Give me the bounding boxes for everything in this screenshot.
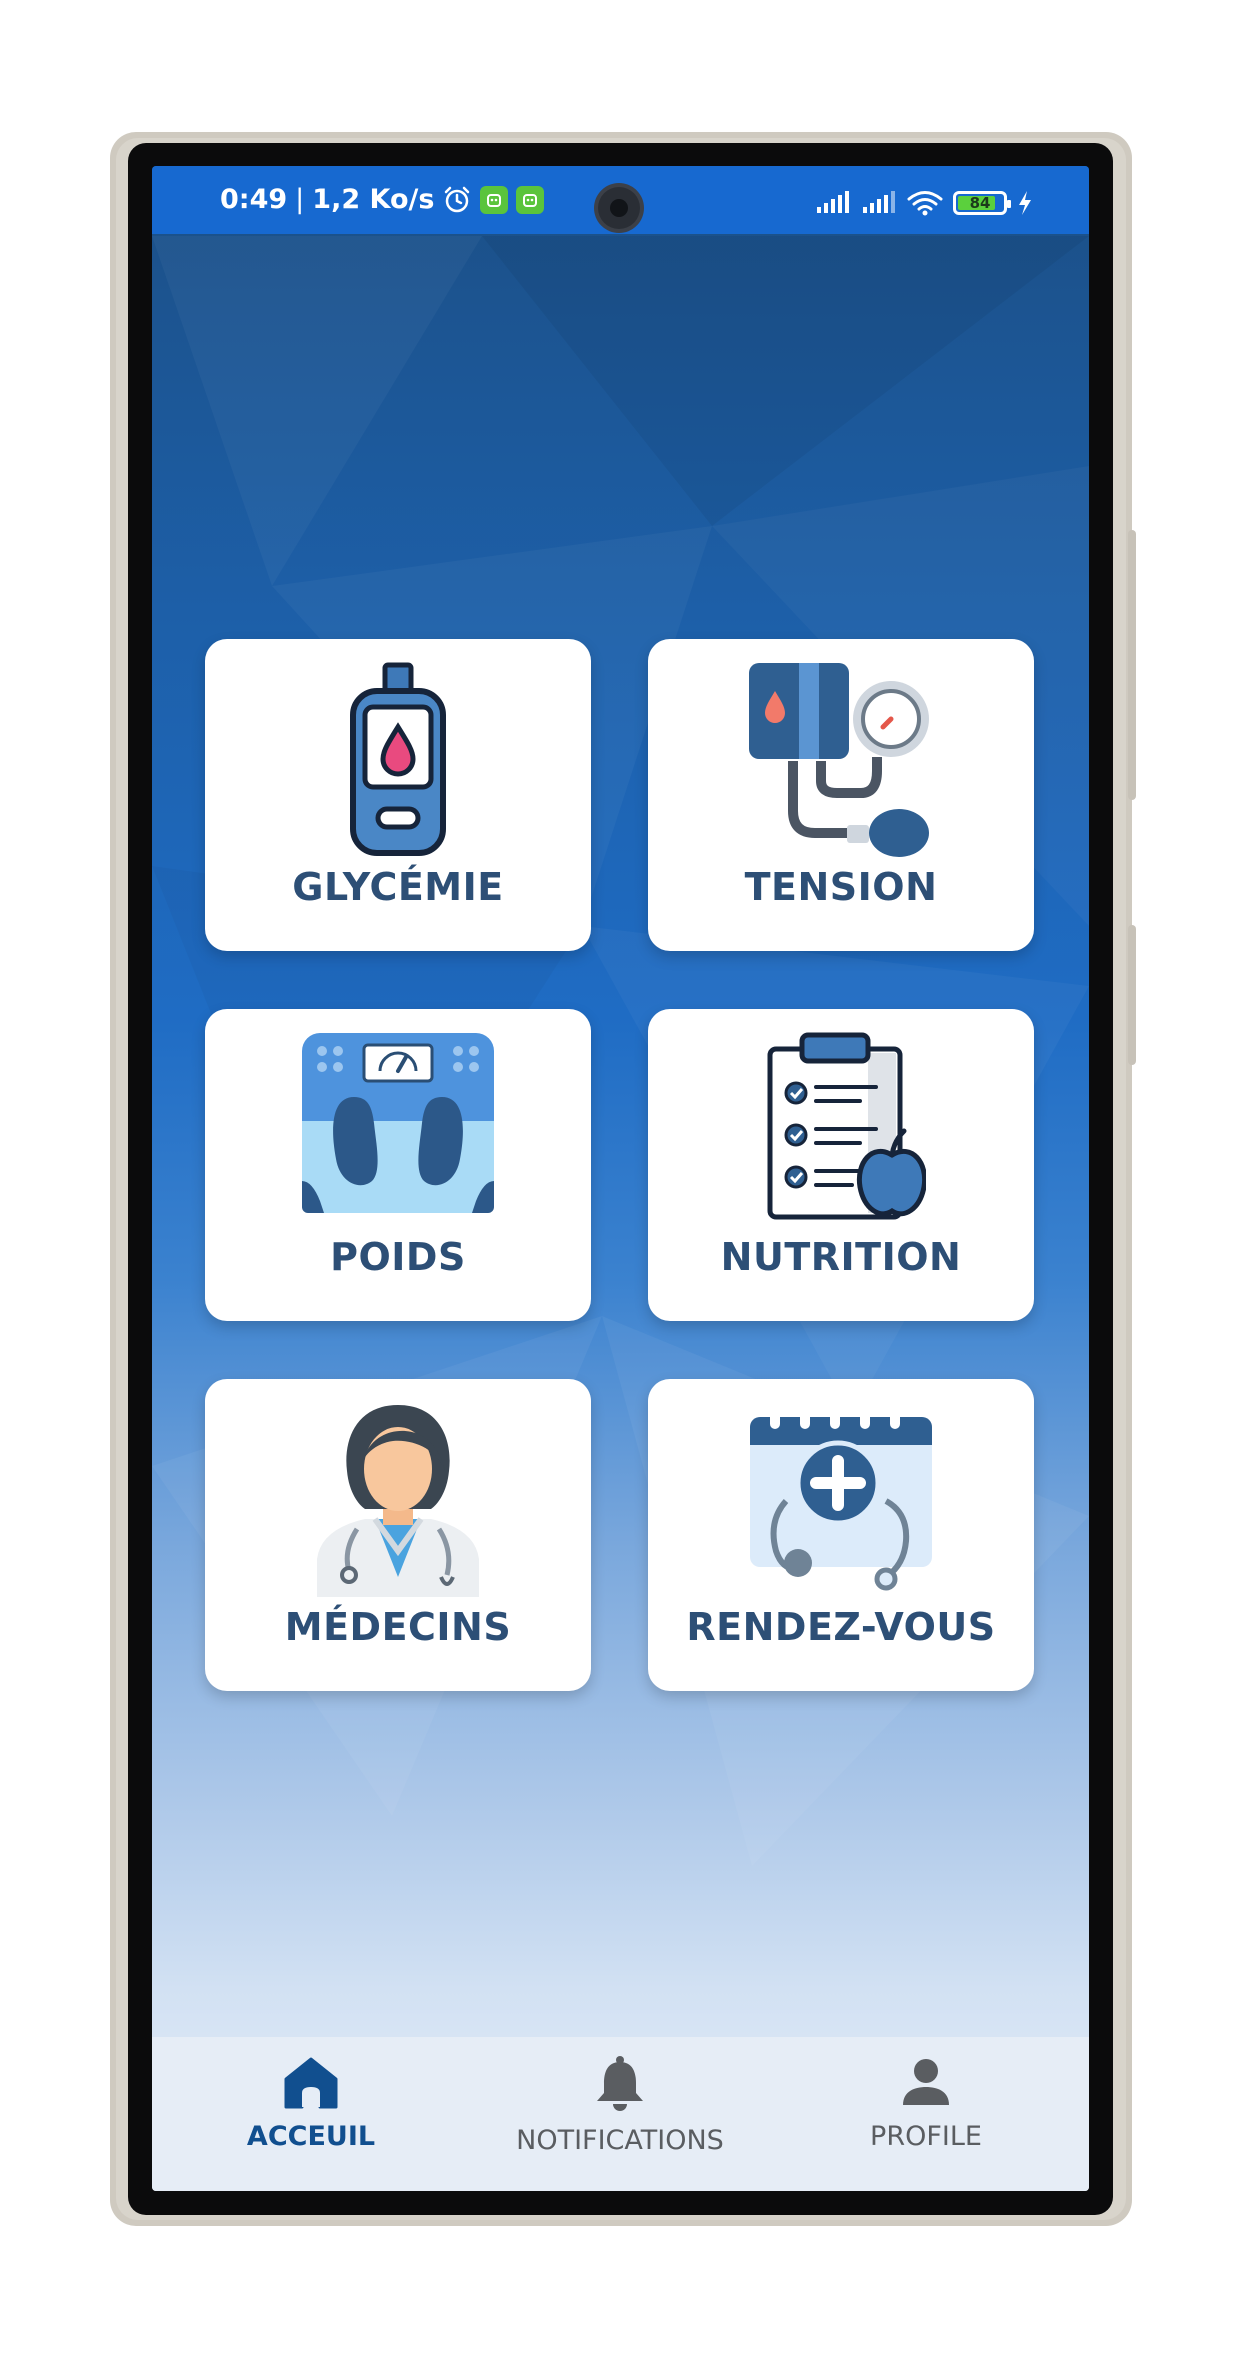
tile-label: NUTRITION — [720, 1235, 962, 1279]
home-icon — [284, 2057, 338, 2109]
battery-level: 84 — [969, 194, 991, 212]
tile-label: GLYCÉMIE — [292, 865, 504, 909]
status-speed: 1,2 Ko/s — [312, 184, 435, 215]
nav-label: PROFILE — [870, 2121, 982, 2152]
app-badge-icon — [516, 185, 545, 214]
nav-item-accueil[interactable]: ACCEUIL — [186, 2055, 436, 2152]
power-button — [1128, 925, 1136, 1065]
tile-rendez-vous[interactable]: RENDEZ-VOUS — [648, 1379, 1034, 1691]
front-camera — [598, 187, 640, 229]
tile-label: POIDS — [330, 1235, 466, 1279]
tile-poids[interactable]: POIDS — [205, 1009, 591, 1321]
appointment-calendar-icon — [750, 1405, 932, 1591]
status-left: 0:49 | 1,2 Ko/s — [220, 184, 545, 215]
app-badge-icon — [480, 185, 509, 214]
wifi-icon — [907, 191, 943, 216]
status-right: 84 — [815, 190, 1033, 216]
app-screen: 0:49 | 1,2 Ko/s 84 GLYCÉMIE TENSION POID… — [152, 166, 1089, 2191]
tile-medecins[interactable]: MÉDECINS — [205, 1379, 591, 1691]
volume-button — [1128, 530, 1136, 800]
cell-signal-icon — [863, 191, 895, 213]
person-icon — [903, 2059, 949, 2105]
nutrition-checklist-icon — [767, 1032, 926, 1220]
bell-icon — [597, 2056, 643, 2111]
charging-icon — [1019, 191, 1031, 215]
tile-label: RENDEZ-VOUS — [686, 1605, 996, 1649]
nav-label: ACCEUIL — [246, 2121, 376, 2152]
alarm-icon — [445, 186, 470, 212]
status-bar: 0:49 | 1,2 Ko/s 84 — [152, 166, 1089, 234]
bottom-navigation: ACCEUIL NOTIFICATIONS PROFILE — [152, 2037, 1089, 2191]
battery-icon: 84 — [953, 191, 1011, 215]
cell-signal-icon — [817, 191, 849, 213]
nav-label: NOTIFICATIONS — [516, 2125, 724, 2156]
status-time: 0:49 — [220, 184, 288, 215]
nav-item-profile[interactable]: PROFILE — [801, 2055, 1051, 2152]
scale-icon — [302, 1033, 494, 1213]
status-separator: | — [295, 184, 305, 215]
tile-nutrition[interactable]: NUTRITION — [648, 1009, 1034, 1321]
tile-glycemie[interactable]: GLYCÉMIE — [205, 639, 591, 951]
tile-tension[interactable]: TENSION — [648, 639, 1034, 951]
tile-label: TENSION — [744, 865, 938, 909]
nav-item-notifications[interactable]: NOTIFICATIONS — [495, 2055, 745, 2156]
doctor-icon — [317, 1405, 479, 1597]
blood-pressure-icon — [749, 663, 929, 857]
tile-label: MÉDECINS — [284, 1605, 512, 1649]
glucometer-icon — [350, 662, 446, 856]
